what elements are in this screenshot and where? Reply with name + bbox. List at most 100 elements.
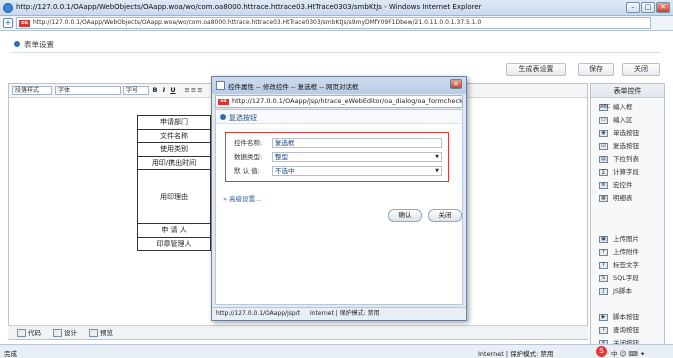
advanced-settings-link[interactable]: » 高级设置...	[223, 193, 261, 203]
add-tab-icon[interactable]: +	[3, 18, 13, 28]
form-label: 用印理由	[137, 169, 211, 224]
ie-logo-icon	[3, 3, 13, 13]
sogou-input-icon[interactable]: S	[596, 346, 607, 357]
control-item-label: 复选按钮	[613, 142, 639, 150]
dialog-window-icon	[216, 81, 225, 90]
control-item-icon: ABC	[599, 104, 611, 111]
form-label: 用印/携出时间	[137, 155, 211, 170]
generate-table-button[interactable]: 生成表设置	[506, 63, 566, 76]
page-title: 表单设置	[24, 40, 54, 49]
page-header: 表单设置	[10, 36, 660, 53]
status-bar: 完成 Internet | 保护模式: 禁用 S 中 ☺ ⌨ ✦	[0, 344, 673, 358]
align-icons[interactable]: ≡≡≡	[179, 86, 209, 95]
control-item-icon: ▦	[599, 195, 608, 202]
control-item[interactable]: T 标签文字	[597, 260, 661, 271]
control-item-label: 脚本按钮	[613, 313, 639, 321]
fields-highlight: 控件名称: 复选框 数据类型: 整型 ▼ 默 认 值: 不选中 ▼	[225, 132, 449, 182]
control-item-icon: ▤	[599, 156, 608, 163]
paragraph-style-select[interactable]: 段落样式	[12, 86, 52, 95]
window-titlebar: http://127.0.0.1/OAapp/WebObjects/OAapp.…	[0, 0, 673, 16]
font-size-select[interactable]: 字号	[123, 86, 149, 95]
control-item[interactable]: ▶ 脚本按钮	[597, 312, 661, 323]
control-item[interactable]: ☑ 复选按钮	[597, 141, 661, 152]
form-label: 使用类别	[137, 142, 211, 157]
italic-button[interactable]: I	[160, 86, 168, 95]
form-label: 文件名称	[137, 128, 211, 143]
dialog-close-icon[interactable]: ✕	[450, 79, 462, 89]
cancel-button[interactable]: 关闭	[428, 209, 462, 222]
confirm-button[interactable]: 确认	[388, 209, 422, 222]
control-item[interactable]: ▤ 下拉列表	[597, 154, 661, 165]
control-item[interactable]: ◉ 单选按钮	[597, 128, 661, 139]
control-item-icon: ?	[599, 327, 608, 334]
security-zone: Internet | 保护模式: 禁用	[478, 350, 554, 358]
control-item[interactable]: ↑ 上传附件	[597, 247, 661, 258]
section-bullet-icon	[220, 114, 226, 120]
tab-preview[interactable]: 预览	[88, 328, 113, 338]
dialog-status-bar: http://127.0.0.1/OAapp/jsp/t Internet | …	[212, 307, 466, 320]
underline-button[interactable]: U	[169, 86, 177, 95]
control-item[interactable]: ▭ 编入区	[597, 115, 661, 126]
form-label: 印章管理人	[137, 236, 211, 251]
code-icon	[17, 329, 26, 337]
control-item-label: 编入区	[613, 116, 633, 124]
design-icon	[53, 329, 62, 337]
tab-code[interactable]: 代码	[16, 328, 41, 338]
control-item-label: 下拉列表	[613, 155, 639, 163]
control-item-label: 查询按钮	[613, 326, 639, 334]
form-label: 申 请 人	[137, 223, 211, 238]
window-title: http://127.0.0.1/OAapp/WebObjects/OAapp.…	[16, 3, 482, 11]
section-header: 复选按钮	[216, 110, 462, 124]
control-item-icon: ∑	[599, 169, 608, 176]
favicon-icon: oa	[19, 20, 30, 27]
form-label: 申请部门	[137, 115, 211, 130]
checkbox-properties-dialog: 控件属性 -- 修改控件 -- 复选框 -- 网页对话框 ✕ oa http:/…	[211, 76, 467, 321]
control-item-label: 编入框	[613, 103, 633, 111]
dialog-security-zone: Internet | 保护模式: 禁用	[310, 310, 380, 317]
control-item-label: 单选按钮	[613, 129, 639, 137]
tab-design[interactable]: 设计	[52, 328, 77, 338]
control-item-icon: J	[599, 288, 608, 295]
control-item-label: 计算字段	[613, 168, 639, 176]
save-button[interactable]: 保存	[578, 63, 614, 76]
control-item-label: 标签文字	[613, 261, 639, 269]
controls-panel: 表单控件 ABC 编入框 ▭ 编入区 ◉ 单选按钮 ☑ 复选按钮 ▤ 下拉列表 ∑ 计算字段 ⚙ 宏控件 ▦…	[590, 83, 665, 353]
control-item[interactable]: ⚙ 宏控件	[597, 180, 661, 191]
control-item[interactable]: ▦ 明细表	[597, 193, 661, 204]
control-item-icon: ↑	[599, 249, 608, 256]
control-item-icon: ▣	[599, 236, 608, 243]
dialog-body: 复选按钮 控件名称: 复选框 数据类型: 整型 ▼ 默 认 值: 不选中 ▼ » 高…	[215, 109, 463, 305]
dropdown-arrow-icon: ▼	[435, 154, 439, 160]
control-name-input[interactable]: 复选框	[272, 138, 442, 148]
field-label-default: 默 认 值:	[234, 167, 260, 175]
control-item-label: 宏控件	[613, 181, 633, 189]
control-item[interactable]: S SQL字段	[597, 273, 661, 284]
dialog-title: 控件属性 -- 修改控件 -- 复选框 -- 网页对话框	[228, 83, 359, 91]
control-item-label: 上传附件	[613, 248, 639, 256]
preview-icon	[89, 329, 98, 337]
address-bar: + http://127.0.0.1/OAapp/WebObjects/OAap…	[0, 16, 673, 31]
field-label-datatype: 数据类型:	[234, 153, 263, 161]
control-item[interactable]: J JS脚本	[597, 286, 661, 297]
section-title: 复选按钮	[229, 114, 257, 122]
minimize-button[interactable]: –	[626, 2, 640, 13]
close-page-button[interactable]: 关闭	[622, 63, 660, 76]
control-item[interactable]: ABC 编入框	[597, 102, 661, 113]
control-item[interactable]: ▣ 上传图片	[597, 234, 661, 245]
close-window-button[interactable]: ✕	[656, 2, 670, 13]
datatype-select[interactable]: 整型 ▼	[272, 152, 442, 162]
maximize-button[interactable]: □	[641, 2, 655, 13]
dialog-titlebar: 控件属性 -- 修改控件 -- 复选框 -- 网页对话框 ✕	[212, 77, 466, 94]
control-item-icon: ▭	[599, 117, 608, 124]
url-field[interactable]: http://127.0.0.1/OAapp/WebObjects/OAapp.…	[16, 17, 651, 29]
bold-button[interactable]: B	[151, 86, 159, 95]
control-item[interactable]: ∑ 计算字段	[597, 167, 661, 178]
ime-tray-icons[interactable]: 中 ☺ ⌨ ✦	[611, 348, 645, 358]
default-value-select[interactable]: 不选中 ▼	[272, 166, 442, 176]
control-item-icon: ⚙	[599, 182, 608, 189]
status-text: 完成	[4, 350, 17, 358]
control-item-label: 上传图片	[613, 235, 639, 243]
control-item[interactable]: ? 查询按钮	[597, 325, 661, 336]
font-select[interactable]: 字体	[55, 86, 121, 95]
section-bullet-icon	[14, 41, 20, 47]
